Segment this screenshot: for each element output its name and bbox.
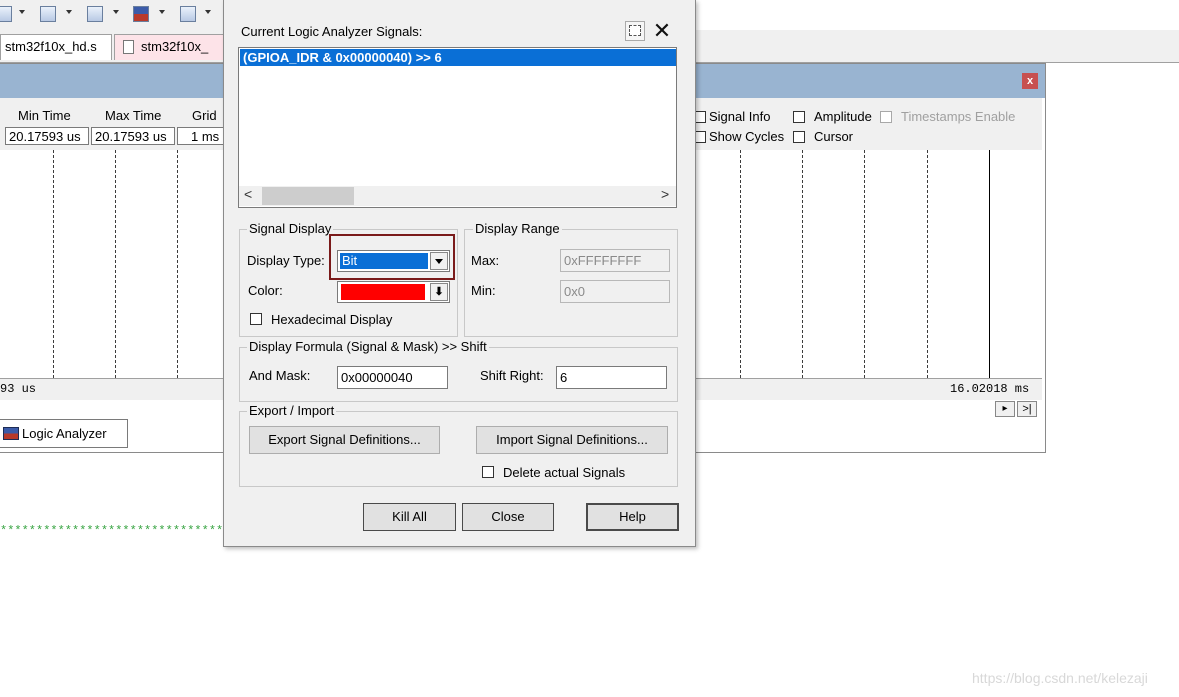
window-icon[interactable] [0,6,12,22]
close-button[interactable]: Close [462,503,554,531]
hexadecimal-display-label: Hexadecimal Display [271,312,393,327]
tab-label: stm32f10x_hd.s [5,39,97,54]
close-icon[interactable]: x [1022,73,1038,89]
grid-value: 1 ms [177,127,224,145]
signal-list-item[interactable]: (GPIOA_IDR & 0x00000040) >> 6 [240,49,676,66]
min-time-value: 20.17593 us [5,127,89,145]
timestamps-enable-checkbox [880,111,892,123]
signal-info-label: Signal Info [709,109,771,124]
new-signal-icon [629,25,641,36]
chevron-down-icon[interactable] [159,10,165,14]
tab-stm32f10x[interactable]: stm32f10x_ [114,34,229,60]
current-signals-label: Current Logic Analyzer Signals: [241,24,423,39]
cursor-label: Cursor [814,129,854,144]
grid-line [927,150,928,378]
signals-listbox[interactable] [238,47,677,208]
watermark-text: https://blog.csdn.net/kelezaji [972,670,1148,686]
max-label: Max: [471,253,500,268]
grid-line [802,150,803,378]
delete-actual-signals-label: Delete actual Signals [503,465,626,480]
and-mask-input[interactable]: 0x00000040 [337,366,448,389]
grid-line [53,150,54,378]
grid-header: Grid [192,108,217,123]
end-marker-line [989,150,990,378]
color-swatch [341,284,425,300]
chevron-down-icon[interactable]: ⬇ [430,283,448,301]
export-import-legend: Export / Import [247,403,337,418]
min-label: Min: [471,283,496,298]
shift-right-input[interactable]: 6 [556,366,667,389]
table-icon[interactable] [180,6,196,22]
watch-icon[interactable] [87,6,103,22]
max-field: 0xFFFFFFFF [560,249,670,272]
grid-icon[interactable] [40,6,56,22]
show-cycles-label: Show Cycles [709,129,785,144]
min-time-header: Min Time [18,108,71,123]
signal-display-legend: Signal Display [247,221,334,236]
export-signal-definitions-button[interactable]: Export Signal Definitions... [249,426,440,454]
help-button[interactable]: Help [586,503,679,531]
tab-label: stm32f10x_ [141,39,209,54]
timestamps-enable-label: Timestamps Enable [901,109,1016,124]
tab-logic-analyzer-label: Logic Analyzer [22,426,107,441]
max-time-value: 20.17593 us [91,127,175,145]
scroll-right-button[interactable]: ▸ [995,401,1015,417]
scroll-left-arrow-icon[interactable]: < [244,186,252,202]
chevron-down-icon[interactable] [19,10,25,14]
grid-line [740,150,741,378]
display-type-select[interactable]: Bit [337,250,450,272]
display-type-label: Display Type: [247,253,325,268]
amplitude-label: Amplitude [814,109,872,124]
max-time-header: Max Time [105,108,162,123]
scroll-right-arrow-icon[interactable]: > [661,186,669,202]
file-icon [123,40,134,54]
grid-line [115,150,116,378]
time-right-label: 16.02018 ms [950,382,1030,396]
shift-right-label: Shift Right: [480,368,544,383]
grid-line [864,150,865,378]
kill-all-button[interactable]: Kill All [363,503,456,531]
chevron-down-icon[interactable] [205,10,211,14]
delete-signal-icon[interactable]: ✕ [650,20,674,42]
display-formula-legend: Display Formula (Signal & Mask) >> Shift [247,339,489,354]
amplitude-checkbox[interactable] [793,111,805,123]
scrollbar-thumb[interactable] [262,187,354,205]
display-type-value: Bit [340,253,428,269]
display-range-legend: Display Range [473,221,562,236]
output-stars-text: ************************************** [0,524,224,538]
import-signal-definitions-button[interactable]: Import Signal Definitions... [476,426,668,454]
delete-actual-signals-checkbox[interactable] [482,466,494,478]
chevron-down-icon[interactable] [430,252,448,270]
chevron-down-icon[interactable] [113,10,119,14]
tab-stm32f10x-hd[interactable]: stm32f10x_hd.s [0,34,112,60]
logic-analyzer-icon [3,427,19,440]
time-left-label: 93 us [0,382,37,396]
color-select[interactable]: ⬇ [337,281,450,303]
logic-analyzer-icon[interactable] [133,6,149,22]
grid-line [177,150,178,378]
cursor-checkbox[interactable] [793,131,805,143]
timeline-scroll-buttons: ▸ >| [995,400,1039,418]
chevron-down-icon[interactable] [66,10,72,14]
scroll-end-button[interactable]: >| [1017,401,1037,417]
hexadecimal-display-checkbox[interactable] [250,313,262,325]
ide-toolbar [0,0,230,30]
color-label: Color: [248,283,283,298]
min-field: 0x0 [560,280,670,303]
and-mask-label: And Mask: [249,368,311,383]
